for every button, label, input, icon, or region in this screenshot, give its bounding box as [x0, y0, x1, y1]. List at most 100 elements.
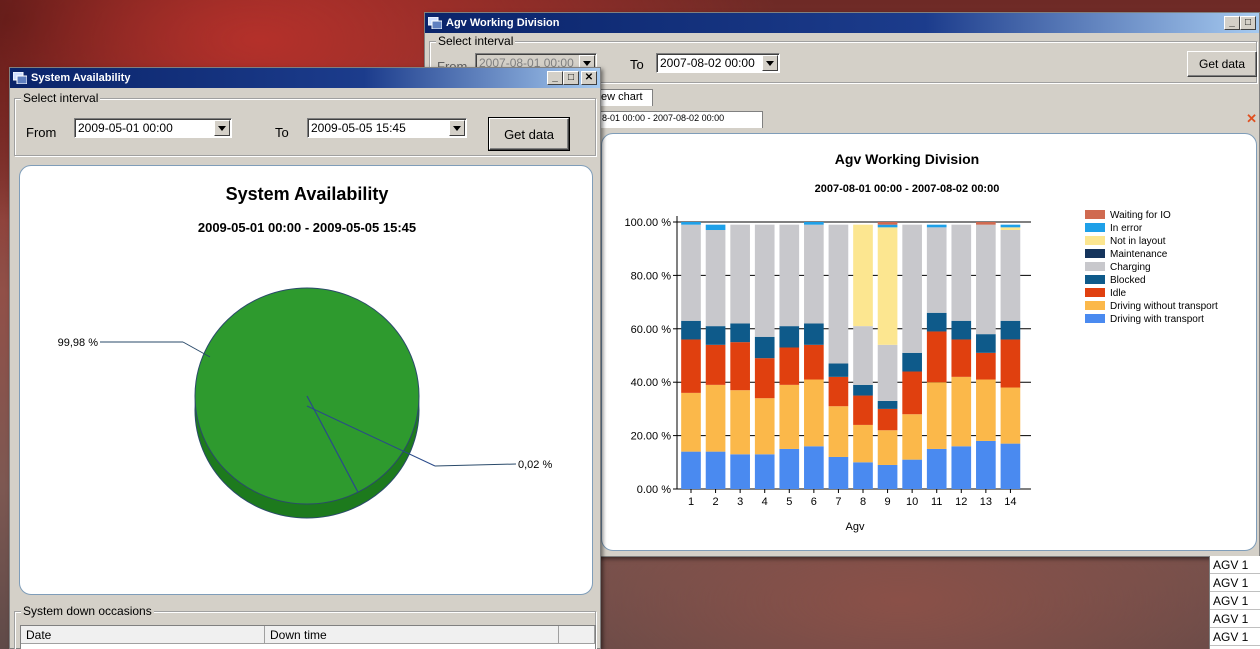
sys-interval-legend: Select interval [21, 91, 101, 105]
sys-down-legend: System down occasions [21, 604, 154, 618]
bar-segment-waiting-for-io [976, 222, 996, 225]
column-header-date[interactable]: Date [21, 626, 265, 643]
list-item[interactable]: AGV 1 [1210, 574, 1260, 592]
column-header-down-time[interactable]: Down time [265, 626, 559, 643]
sys-window-titlebar[interactable]: System Availability _ □ ✕ [10, 68, 600, 88]
bar-segment-in-error [804, 222, 824, 225]
x-tick-label: 4 [762, 496, 768, 508]
x-tick-label: 10 [906, 496, 918, 508]
bar-segment-blocked [828, 363, 849, 377]
agv-chart-panel: Agv Working Division 2007-08-01 00:00 - 2… [601, 133, 1257, 551]
x-tick-label: 13 [980, 496, 992, 508]
minimize-icon[interactable]: _ [1224, 16, 1240, 30]
legend-label: Charging [1110, 262, 1151, 273]
bar-segment-charging [730, 224, 750, 324]
bar-segment-charging [951, 224, 972, 321]
y-tick-label: 20.00 % [631, 431, 672, 443]
x-tick-label: 8 [860, 496, 866, 508]
bar-segment-blocked [853, 384, 873, 396]
agv-interval-legend: Select interval [436, 34, 516, 48]
sys-to-label: To [275, 125, 289, 140]
bar-segment-charging [779, 224, 800, 327]
legend-label: Not in layout [1110, 236, 1166, 247]
bar-segment-idle [926, 331, 947, 383]
app-icon [13, 72, 27, 84]
bar-segment-idle [828, 376, 849, 407]
bar-segment-in-error [681, 222, 701, 225]
y-tick-label: 40.00 % [631, 377, 672, 389]
tab-new-chart[interactable]: ew chart [597, 89, 653, 106]
bar-segment-idle [705, 344, 726, 385]
x-tick-label: 11 [931, 496, 942, 508]
system-availability-window: System Availability _ □ ✕ Select interva… [9, 67, 601, 649]
sys-get-data-button[interactable]: Get data [488, 117, 570, 151]
agv-get-data-button[interactable]: Get data [1187, 51, 1257, 77]
x-tick-label: 14 [1004, 496, 1016, 508]
sys-from-value: 2009-05-01 00:00 [78, 121, 173, 135]
bar-segment-driving-with-transport [951, 446, 972, 489]
legend-swatch [1085, 249, 1105, 258]
legend-swatch [1085, 288, 1105, 297]
agv-to-value: 2007-08-02 00:00 [660, 56, 755, 70]
bar-segment-blocked [902, 352, 922, 372]
x-tick-label: 5 [786, 496, 792, 508]
bar-segment-blocked [681, 320, 701, 340]
bar-segment-driving-with-transport [926, 448, 947, 489]
maximize-icon[interactable]: □ [1240, 16, 1256, 30]
system-availability-pie-chart: System Availability 2009-05-01 00:00 - 20… [58, 184, 552, 519]
agv-window-title: Agv Working Division [446, 17, 560, 29]
close-tab-icon[interactable]: ✕ [1246, 111, 1257, 127]
pie-label-0: 99,98 % [58, 337, 99, 349]
bar-segment-blocked [804, 323, 824, 345]
bar-segment-charging [1000, 230, 1021, 321]
maximize-icon[interactable]: □ [563, 71, 579, 85]
y-tick-label: 80.00 % [631, 270, 672, 282]
bar-segment-driving-without-transport [779, 384, 800, 449]
tab-range[interactable]: 8-01 00:00 - 2007-08-02 00:00 [597, 111, 763, 128]
bar-segment-charging [877, 344, 898, 401]
list-item[interactable]: AGV 1 [1210, 610, 1260, 628]
sys-window-title: System Availability [31, 72, 131, 84]
bar-segment-idle [902, 371, 922, 415]
bar-segment-blocked [730, 323, 750, 343]
agv-to-label: To [630, 57, 644, 72]
bar-segment-not-in-layout [853, 224, 873, 327]
column-header-extra[interactable] [559, 626, 595, 643]
list-item[interactable]: AGV 1 [1210, 628, 1260, 646]
agv-to-combo[interactable]: 2007-08-02 00:00 [656, 53, 780, 73]
legend-label: Maintenance [1110, 249, 1168, 260]
legend-label: Idle [1110, 288, 1127, 299]
legend-swatch [1085, 262, 1105, 271]
bar-segment-charging [902, 224, 922, 353]
list-item[interactable]: AGV 1 [1210, 556, 1260, 574]
agv-bar-chart: Agv Working Division 2007-08-01 00:00 - 2… [625, 151, 1219, 533]
bar-segment-in-error [926, 224, 947, 228]
bar-segment-driving-without-transport [804, 379, 824, 447]
sys-chart-panel: System Availability 2009-05-01 00:00 - 20… [19, 165, 593, 595]
bar-subtitle: 2007-08-01 00:00 - 2007-08-02 00:00 [815, 183, 1000, 195]
x-tick-label: 7 [835, 496, 841, 508]
chevron-down-icon[interactable] [214, 120, 230, 136]
agv-window-titlebar[interactable]: Agv Working Division _ □ [425, 13, 1259, 33]
bar-segment-in-error [877, 224, 898, 228]
chevron-down-icon[interactable] [449, 120, 465, 136]
legend-swatch [1085, 223, 1105, 232]
list-item[interactable]: AGV 1 [1210, 592, 1260, 610]
bar-segment-driving-without-transport [828, 406, 849, 457]
bar-segment-waiting-for-io [877, 222, 898, 225]
y-tick-label: 60.00 % [631, 324, 672, 336]
legend-swatch [1085, 314, 1105, 323]
bar-segment-charging [681, 224, 701, 321]
tab-range-label: 8-01 00:00 - 2007-08-02 00:00 [602, 113, 725, 123]
sys-to-combo[interactable]: 2009-05-05 15:45 [307, 118, 467, 138]
bar-segment-driving-with-transport [754, 454, 775, 489]
bar-segment-idle [804, 344, 824, 380]
minimize-icon[interactable]: _ [547, 71, 563, 85]
bar-segment-idle [976, 352, 996, 380]
close-icon[interactable]: ✕ [581, 71, 597, 85]
bar-segment-driving-with-transport [976, 440, 996, 489]
chevron-down-icon[interactable] [762, 55, 778, 71]
pie-label-leader-1b [434, 463, 517, 467]
agv-list: AGV 1 AGV 1 AGV 1 AGV 1 AGV 1 [1209, 556, 1260, 649]
sys-from-combo[interactable]: 2009-05-01 00:00 [74, 118, 232, 138]
